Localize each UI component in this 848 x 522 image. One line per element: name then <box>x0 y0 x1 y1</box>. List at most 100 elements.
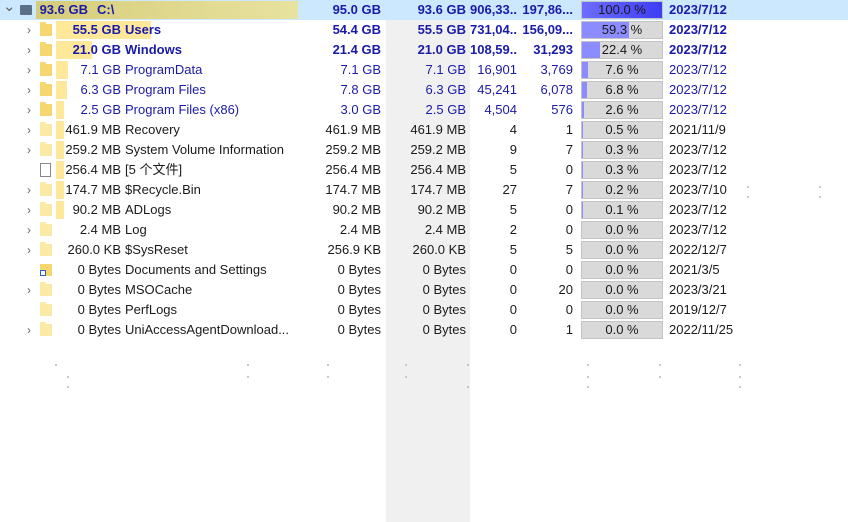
tree-row-recovery[interactable]: › 461.9 MB Recovery 461.9 MB 461.9 MB 4 1 0.5 %… <box>0 120 848 140</box>
tree-row-documents-and-settings[interactable]: 0 Bytes Documents and Settings 0 Bytes 0 By… <box>0 260 848 280</box>
last-modified: 2023/3/21 <box>669 282 727 297</box>
grid-dot <box>747 186 749 188</box>
grid-dot <box>587 364 589 366</box>
files-count: 0 <box>509 322 517 337</box>
folder-icon <box>40 102 52 116</box>
item-size: 174.7 MB <box>65 182 121 197</box>
chevron-right-icon[interactable]: › <box>23 60 35 80</box>
tree-row-adlogs[interactable]: › 90.2 MB ADLogs 90.2 MB 90.2 MB 5 0 0.1 % 2023/… <box>0 200 848 220</box>
item-size: 461.9 MB <box>65 122 121 137</box>
item-name: [5 个文件] <box>125 162 183 177</box>
allocated-size: 54.4 GB <box>332 22 381 37</box>
folder-icon <box>40 182 52 196</box>
percent-bar: 7.6 % <box>581 61 663 79</box>
tree-row-uniaccessagentdownload[interactable]: › 0 Bytes UniAccessAgentDownload... 0 Bytes… <box>0 320 848 340</box>
percent-text: 0.0 % <box>605 222 639 237</box>
grid-dot <box>659 376 661 378</box>
chevron-right-icon[interactable]: › <box>23 120 35 140</box>
item-name: PerfLogs <box>125 302 178 317</box>
item-size: 259.2 MB <box>65 142 121 157</box>
last-modified: 2023/7/12 <box>669 102 727 117</box>
subdirs-count: 0 <box>565 222 573 237</box>
chevron-right-icon[interactable]: › <box>23 100 35 120</box>
percent-bar: 0.1 % <box>581 201 663 219</box>
chevron-right-icon[interactable]: › <box>23 220 35 240</box>
tree-row-5[interactable]: 256.4 MB [5 个文件] 256.4 MB 256.4 MB 5 0 0.3 % 20… <box>0 160 848 180</box>
files-count: 45,241 <box>477 82 517 97</box>
chevron-down-icon[interactable]: ⌄ <box>3 0 15 20</box>
last-modified: 2023/7/12 <box>669 2 727 17</box>
chevron-right-icon[interactable]: › <box>23 140 35 160</box>
grid-dot <box>587 376 589 378</box>
allocated-size: 0 Bytes <box>337 302 381 317</box>
folder-icon <box>40 82 52 96</box>
allocated-size: 90.2 MB <box>332 202 381 217</box>
chevron-right-icon[interactable]: › <box>23 320 35 340</box>
folder-icon <box>40 302 52 316</box>
subdirs-count: 3,769 <box>540 62 573 77</box>
size-value: 461.9 MB <box>410 122 466 137</box>
tree-row-users[interactable]: › 55.5 GB Users 54.4 GB 55.5 GB 731,04... 156,… <box>0 20 848 40</box>
grid-dot <box>739 376 741 378</box>
subdirs-count: 6,078 <box>540 82 573 97</box>
subdirs-count: 0 <box>565 302 573 317</box>
item-size: 2.5 GB <box>80 102 121 117</box>
grid-dot <box>587 386 589 388</box>
size-value: 0 Bytes <box>422 282 466 297</box>
item-size: 0 Bytes <box>77 322 121 337</box>
file-icon <box>40 163 51 177</box>
chevron-right-icon[interactable]: › <box>23 240 35 260</box>
grid-dot <box>247 376 249 378</box>
percent-bar: 0.0 % <box>581 321 663 339</box>
tree-row-c[interactable]: ⌄ 93.6 GB C:\ 95.0 GB 93.6 GB 906,33... 197,86… <box>0 0 848 20</box>
percent-bar: 0.3 % <box>581 161 663 179</box>
grid-dot <box>405 376 407 378</box>
chevron-right-icon[interactable]: › <box>23 20 35 40</box>
percent-bar: 22.4 % <box>581 41 663 59</box>
size-value: 174.7 MB <box>410 182 466 197</box>
subdirs-count: 1 <box>565 322 573 337</box>
tree-row-msocache[interactable]: › 0 Bytes MSOCache 0 Bytes 0 Bytes 0 20 0.0 % 20… <box>0 280 848 300</box>
chevron-right-icon[interactable]: › <box>23 280 35 300</box>
last-modified: 2021/3/5 <box>669 262 720 277</box>
grid-dot <box>67 386 69 388</box>
chevron-right-icon[interactable]: › <box>23 180 35 200</box>
item-size: 6.3 GB <box>80 82 121 97</box>
chevron-right-icon[interactable]: › <box>23 200 35 220</box>
allocated-size: 3.0 GB <box>340 102 381 117</box>
percent-bar: 0.3 % <box>581 141 663 159</box>
subdirs-count: 0 <box>565 262 573 277</box>
tree-row-program-files-x86[interactable]: › 2.5 GB Program Files (x86) 3.0 GB 2.5 GB 4,… <box>0 100 848 120</box>
subdirs-count: 197,86... <box>522 2 573 17</box>
tree-row-recycle-bin[interactable]: › 174.7 MB $Recycle.Bin 174.7 MB 174.7 MB 27 7… <box>0 180 848 200</box>
tree-row-perflogs[interactable]: 0 Bytes PerfLogs 0 Bytes 0 Bytes 0 0 0.0 % 2019… <box>0 300 848 320</box>
percent-bar: 0.0 % <box>581 241 663 259</box>
subdirs-count: 0 <box>565 202 573 217</box>
item-name: Log <box>125 222 147 237</box>
tree-row-windows[interactable]: › 21.0 GB Windows 21.4 GB 21.0 GB 108,59... 31… <box>0 40 848 60</box>
grid-dot <box>739 386 741 388</box>
tree-row-log[interactable]: › 2.4 MB Log 2.4 MB 2.4 MB 2 0 0.0 % 2023/7/12 <box>0 220 848 240</box>
allocated-size: 21.4 GB <box>332 42 381 57</box>
percent-bar: 6.8 % <box>581 81 663 99</box>
files-count: 0 <box>509 302 517 317</box>
files-count: 5 <box>509 202 517 217</box>
item-size: 256.4 MB <box>65 162 121 177</box>
tree-row-sysreset[interactable]: › 260.0 KB $SysReset 256.9 KB 260.0 KB 5 5 0.0 … <box>0 240 848 260</box>
files-count: 108,59... <box>470 42 517 57</box>
tree-row-programdata[interactable]: › 7.1 GB ProgramData 7.1 GB 7.1 GB 16,901 3,76… <box>0 60 848 80</box>
size-value: 256.4 MB <box>410 162 466 177</box>
percent-text: 0.3 % <box>605 162 639 177</box>
tree-row-program-files[interactable]: › 6.3 GB Program Files 7.8 GB 6.3 GB 45,241 6,… <box>0 80 848 100</box>
last-modified: 2022/11/25 <box>669 322 734 337</box>
shortcut-folder-icon <box>40 264 52 276</box>
last-modified: 2023/7/12 <box>669 222 727 237</box>
files-count: 906,33... <box>470 2 517 17</box>
percent-text: 2.6 % <box>605 102 639 117</box>
item-name: $SysReset <box>125 242 188 257</box>
chevron-right-icon[interactable]: › <box>23 80 35 100</box>
chevron-right-icon[interactable]: › <box>23 40 35 60</box>
tree-row-system-volume-information[interactable]: › 259.2 MB System Volume Information 259.2 … <box>0 140 848 160</box>
size-value: 6.3 GB <box>425 82 466 97</box>
files-count: 5 <box>509 242 517 257</box>
